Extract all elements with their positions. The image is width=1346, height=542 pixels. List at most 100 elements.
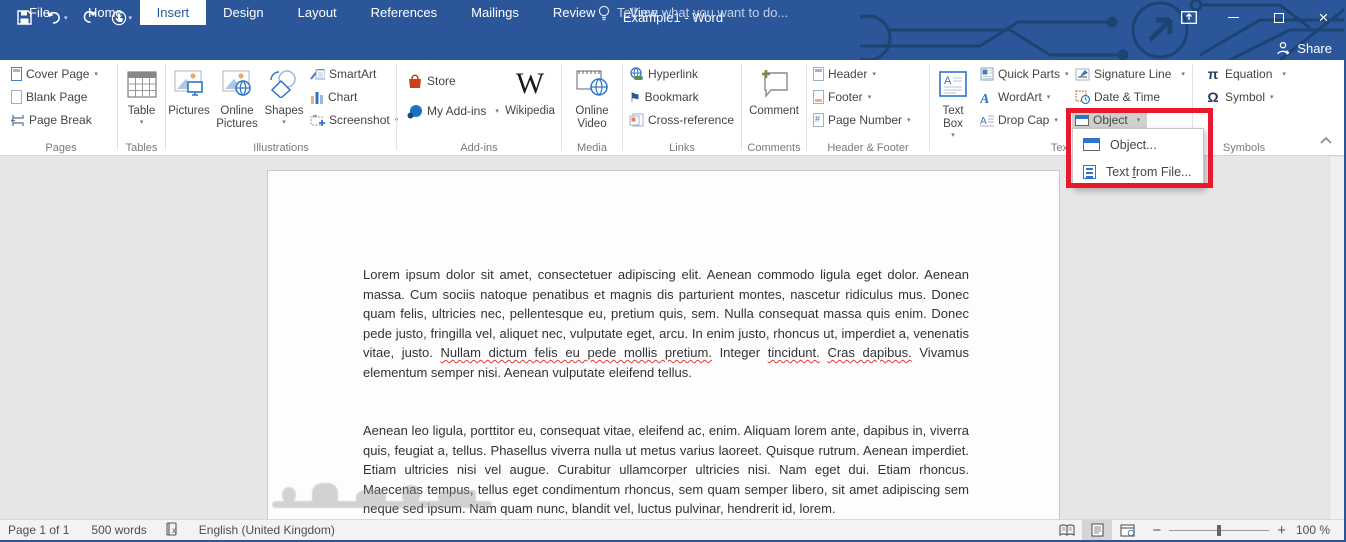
smartart-button[interactable]: SmartArt	[307, 63, 379, 85]
online-pictures-icon	[222, 66, 252, 102]
share-button[interactable]: Share	[1276, 37, 1332, 59]
table-button[interactable]: Table ▾	[119, 62, 164, 152]
wikipedia-button[interactable]: W Wikipedia	[502, 62, 558, 152]
text-box-button[interactable]: A Text Box ▾	[933, 62, 973, 152]
watermark	[272, 483, 492, 513]
comment-button[interactable]: Comment	[743, 62, 805, 152]
bookmark-icon: ⚑	[629, 89, 641, 105]
my-add-ins-button[interactable]: My Add-ins ▾	[404, 100, 502, 122]
text-from-file-icon	[1083, 164, 1096, 179]
document-page[interactable]: Lorem ipsum dolor sit amet, consectetuer…	[267, 170, 1060, 519]
page-break-icon	[11, 114, 24, 126]
ribbon-display-options-button[interactable]	[1166, 0, 1211, 35]
group-media: Online Video Media	[563, 60, 621, 156]
web-layout-button[interactable]	[1112, 520, 1142, 540]
ribbon-tabs: File Home Insert Design Layout Reference…	[12, 0, 674, 25]
wordart-button[interactable]: A WordArt ▾	[977, 86, 1053, 108]
vertical-scrollbar[interactable]	[1329, 157, 1344, 519]
quick-parts-icon	[980, 67, 994, 81]
language-indicator[interactable]: English (United Kingdom)	[188, 523, 346, 537]
symbol-button[interactable]: Ω Symbol ▾	[1202, 86, 1277, 108]
wordart-icon: A	[980, 92, 989, 104]
comment-icon	[758, 66, 790, 102]
zoom-out-button[interactable]: −	[1152, 522, 1161, 539]
tab-home[interactable]: Home	[71, 0, 140, 25]
close-button[interactable]: ×	[1301, 0, 1346, 35]
equation-icon: π	[1207, 66, 1219, 82]
blank-page-button[interactable]: Blank Page	[8, 86, 90, 108]
zoom-slider-thumb[interactable]	[1217, 524, 1222, 536]
read-mode-button[interactable]	[1052, 520, 1082, 540]
object-dropdown-menu: Object... Text from File...	[1072, 128, 1204, 188]
lightbulb-icon	[598, 5, 610, 20]
pictures-icon	[174, 66, 204, 102]
proofing-status-icon[interactable]: x	[158, 521, 188, 539]
page-break-button[interactable]: Page Break	[8, 109, 95, 131]
store-button[interactable]: Store	[404, 70, 459, 92]
word-count[interactable]: 500 words	[80, 523, 157, 537]
cover-page-button[interactable]: Cover Page ▾	[8, 63, 101, 85]
online-video-button[interactable]: Online Video	[563, 62, 621, 152]
shapes-icon	[269, 66, 299, 102]
online-pictures-button[interactable]: Online Pictures	[211, 62, 263, 152]
status-bar: Page 1 of 1 500 words x English (United …	[0, 519, 1346, 540]
collapse-ribbon-button[interactable]	[1320, 131, 1332, 149]
drop-cap-button[interactable]: A Drop Cap ▾	[977, 109, 1061, 131]
tab-mailings[interactable]: Mailings	[454, 0, 536, 25]
tab-design[interactable]: Design	[206, 0, 280, 25]
bookmark-button[interactable]: ⚑ Bookmark	[626, 86, 702, 108]
group-label-symbols: Symbols	[1222, 142, 1266, 154]
quick-parts-button[interactable]: Quick Parts ▾	[977, 63, 1072, 85]
group-tables: Table ▾ Tables	[119, 60, 164, 156]
chart-button[interactable]: Chart	[307, 86, 360, 108]
document-text[interactable]: Lorem ipsum dolor sit amet, consectetuer…	[363, 265, 969, 519]
footer-button[interactable]: Footer ▾	[810, 86, 874, 108]
menu-item-text-from-file[interactable]: Text from File...	[1073, 158, 1203, 185]
group-label-tables: Tables	[125, 142, 158, 154]
tab-references[interactable]: References	[354, 0, 454, 25]
zoom-slider[interactable]	[1169, 524, 1270, 536]
tell-me-box[interactable]: Tell me what you want to do...	[598, 0, 788, 25]
group-label-header-footer: Header & Footer	[827, 142, 909, 154]
cross-reference-icon	[629, 113, 644, 127]
screenshot-icon	[310, 114, 325, 126]
misspelled-text: tincidunt.	[767, 345, 820, 360]
page-indicator[interactable]: Page 1 of 1	[0, 523, 80, 537]
footer-icon	[813, 90, 824, 104]
zoom-level[interactable]: 100 %	[1296, 523, 1346, 537]
tell-me-label: Tell me what you want to do...	[617, 5, 789, 20]
tab-insert[interactable]: Insert	[139, 0, 207, 25]
print-layout-button[interactable]	[1082, 520, 1113, 540]
paragraph-1: Lorem ipsum dolor sit amet, consectetuer…	[363, 267, 969, 380]
hyperlink-button[interactable]: Hyperlink	[626, 63, 701, 85]
page-number-button[interactable]: Page Number▾	[810, 109, 914, 131]
misspelled-text: Nullam dictum felis eu pede mollis preti…	[440, 345, 712, 360]
date-time-button[interactable]: Date & Time	[1072, 86, 1163, 108]
tab-file[interactable]: File	[12, 0, 67, 25]
group-symbols: π Equation ▾ Ω Symbol ▾ Symbols	[1194, 60, 1294, 156]
minimize-button[interactable]	[1211, 0, 1256, 35]
object-icon	[1075, 114, 1089, 126]
screenshot-button[interactable]: Screenshot▾	[307, 109, 401, 131]
page-number-icon	[813, 113, 824, 127]
cover-page-icon	[11, 67, 22, 81]
group-label-media: Media	[577, 142, 607, 154]
wikipedia-icon: W	[515, 67, 545, 100]
window-controls: ×	[1166, 0, 1346, 35]
group-comments: Comment Comments	[743, 60, 805, 156]
cross-reference-button[interactable]: Cross-reference	[626, 109, 737, 131]
equation-button[interactable]: π Equation ▾	[1202, 63, 1289, 85]
shapes-button[interactable]: Shapes ▾	[263, 62, 305, 152]
svg-text:x: x	[172, 526, 176, 535]
signature-line-icon	[1075, 68, 1090, 80]
signature-line-button[interactable]: Signature Line ▾	[1072, 63, 1188, 85]
header-button[interactable]: Header ▾	[810, 63, 879, 85]
pictures-button[interactable]: Pictures	[167, 62, 211, 152]
maximize-button[interactable]	[1256, 0, 1301, 35]
menu-item-object[interactable]: Object...	[1073, 131, 1203, 158]
zoom-in-button[interactable]: +	[1277, 522, 1286, 539]
word-window: { "titlebar": { "title": "Example1 - Wor…	[0, 0, 1346, 542]
group-label-links: Links	[669, 142, 695, 154]
tab-layout[interactable]: Layout	[281, 0, 354, 25]
table-icon	[127, 66, 157, 102]
